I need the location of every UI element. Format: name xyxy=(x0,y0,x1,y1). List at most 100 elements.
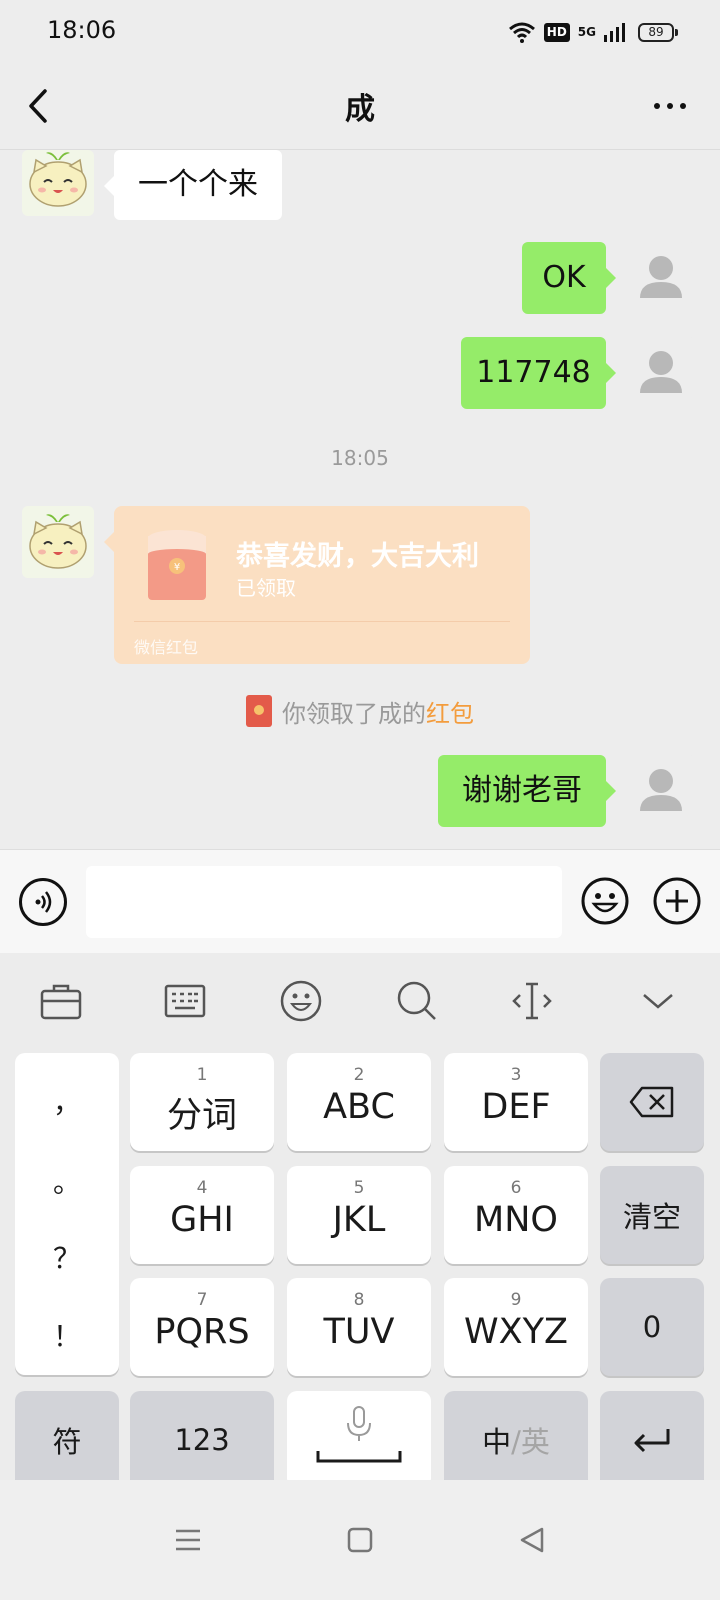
more-options-button[interactable] xyxy=(642,82,698,130)
key-6[interactable]: 6 MNO xyxy=(444,1166,588,1264)
key-8[interactable]: 8 TUV xyxy=(287,1278,431,1376)
nav-home-button[interactable] xyxy=(336,1516,384,1564)
space-bar-icon xyxy=(316,1451,402,1463)
key-number: 1 xyxy=(196,1065,208,1085)
symbols-key[interactable]: 符 xyxy=(15,1391,119,1489)
key-label: MNO xyxy=(474,1200,558,1240)
nav-back-button[interactable] xyxy=(508,1516,556,1564)
key-1[interactable]: 1 分词 xyxy=(130,1053,274,1151)
backspace-icon xyxy=(629,1086,674,1118)
status-icons: HD 5G 89 xyxy=(508,18,678,46)
network-label: 5G xyxy=(577,25,596,39)
enter-key[interactable] xyxy=(600,1391,704,1489)
key-label: TUV xyxy=(323,1312,395,1352)
more-functions-button[interactable] xyxy=(652,876,702,926)
punctuation-key[interactable]: ， xyxy=(15,1081,119,1121)
system-navigation-bar xyxy=(0,1480,720,1600)
battery-icon: 89 xyxy=(638,22,678,42)
key-label: 分词 xyxy=(166,1096,237,1136)
key-number: 7 xyxy=(196,1290,208,1310)
numbers-key[interactable]: 123 xyxy=(130,1391,274,1489)
cursor-icon xyxy=(512,982,552,1020)
key-3[interactable]: 3 DEF xyxy=(444,1053,588,1151)
key-0[interactable]: 0 xyxy=(600,1278,704,1376)
space-key[interactable] xyxy=(287,1391,431,1489)
key-7[interactable]: 7 PQRS xyxy=(130,1278,274,1376)
key-number: 8 xyxy=(353,1290,365,1310)
chevron-down-icon xyxy=(643,994,673,1009)
self-avatar[interactable] xyxy=(625,242,697,314)
key-9[interactable]: 9 WXYZ xyxy=(444,1278,588,1376)
punctuation-key[interactable]: ？ xyxy=(15,1237,119,1277)
contact-avatar[interactable] xyxy=(22,506,94,578)
toolbox-button[interactable] xyxy=(37,977,85,1025)
user-icon xyxy=(640,256,682,298)
key-5[interactable]: 5 JKL xyxy=(287,1166,431,1264)
key-2[interactable]: 2 ABC xyxy=(287,1053,431,1151)
home-square-icon xyxy=(347,1527,373,1553)
keyboard-toolbar xyxy=(0,953,720,1045)
key-label: PQRS xyxy=(154,1312,250,1352)
key-4[interactable]: 4 GHI xyxy=(130,1166,274,1264)
enter-wrapper xyxy=(600,1391,704,1489)
voice-input-button[interactable] xyxy=(19,878,67,926)
emoji-button[interactable] xyxy=(580,876,630,926)
key-label: DEF xyxy=(481,1087,551,1127)
hd-icon: HD xyxy=(543,22,570,42)
contact-avatar[interactable] xyxy=(22,150,94,216)
punctuation-column[interactable]: ， 。 ？ ！ xyxy=(15,1053,119,1375)
lang-cn-label: 中 xyxy=(482,1425,512,1459)
clear-key[interactable]: 清空 xyxy=(600,1166,704,1264)
key-zero-label: 0 xyxy=(642,1310,662,1344)
keyboard-switch-button[interactable] xyxy=(161,977,209,1025)
collapse-keyboard-button[interactable] xyxy=(634,977,682,1025)
dot-icon xyxy=(654,103,660,109)
punctuation-key[interactable]: ！ xyxy=(15,1315,119,1355)
key-number: 5 xyxy=(353,1178,365,1198)
message-timestamp: 18:05 xyxy=(331,446,389,470)
message-input[interactable] xyxy=(86,866,562,938)
system-notice: 你领取了成的 红包 xyxy=(0,694,720,728)
red-packet-card[interactable]: ¥ 恭喜发财，大吉大利 已领取 微信红包 xyxy=(104,506,530,664)
nav-menu-button[interactable] xyxy=(164,1516,212,1564)
clear-key-label: 清空 xyxy=(622,1200,681,1234)
cursor-move-button[interactable] xyxy=(508,977,556,1025)
keyboard-icon xyxy=(164,984,206,1018)
red-packet-mini-icon xyxy=(246,695,272,727)
key-number: 4 xyxy=(196,1178,208,1198)
red-packet-link[interactable]: 红包 xyxy=(426,694,474,729)
divider xyxy=(134,621,510,622)
chat-header: 成 xyxy=(0,62,720,150)
backspace-key[interactable] xyxy=(600,1053,704,1151)
key-label: GHI xyxy=(170,1200,234,1240)
key-number: 9 xyxy=(510,1290,522,1310)
voice-icon xyxy=(35,891,52,913)
language-switch-key[interactable]: 中/英 xyxy=(444,1391,588,1489)
symbols-key-label: 符 xyxy=(52,1425,82,1459)
input-bar xyxy=(0,849,720,953)
smiley-icon xyxy=(581,877,629,925)
red-packet-title: 恭喜发财，大吉大利 xyxy=(236,541,479,572)
message-bubble-sent[interactable]: OK xyxy=(522,242,616,314)
dot-icon xyxy=(680,103,686,109)
message-bubble-received[interactable]: 一个个来 xyxy=(104,150,282,220)
message-bubble-sent[interactable]: 谢谢老哥 xyxy=(438,755,616,827)
self-avatar[interactable] xyxy=(625,755,697,827)
kb-emoji-button[interactable] xyxy=(277,977,325,1025)
key-number: 6 xyxy=(510,1178,522,1198)
system-notice-text: 你领取了成的 xyxy=(282,699,426,728)
kb-search-button[interactable] xyxy=(393,977,441,1025)
status-time: 18:06 xyxy=(47,16,117,44)
language-switch-wrapper: 中/英 xyxy=(444,1391,588,1489)
punctuation-key[interactable]: 。 xyxy=(15,1161,119,1201)
message-bubble-sent[interactable]: 117748 xyxy=(461,337,616,409)
triangle-back-icon xyxy=(520,1527,544,1553)
key-label: JKL xyxy=(332,1200,386,1240)
red-packet-footer: 微信红包 xyxy=(134,638,199,657)
key-number: 2 xyxy=(353,1065,365,1085)
backspace-wrapper xyxy=(600,1053,704,1151)
wifi-icon xyxy=(508,22,535,43)
plus-icon xyxy=(653,877,701,925)
emoji-icon xyxy=(280,980,322,1022)
self-avatar[interactable] xyxy=(625,337,697,409)
